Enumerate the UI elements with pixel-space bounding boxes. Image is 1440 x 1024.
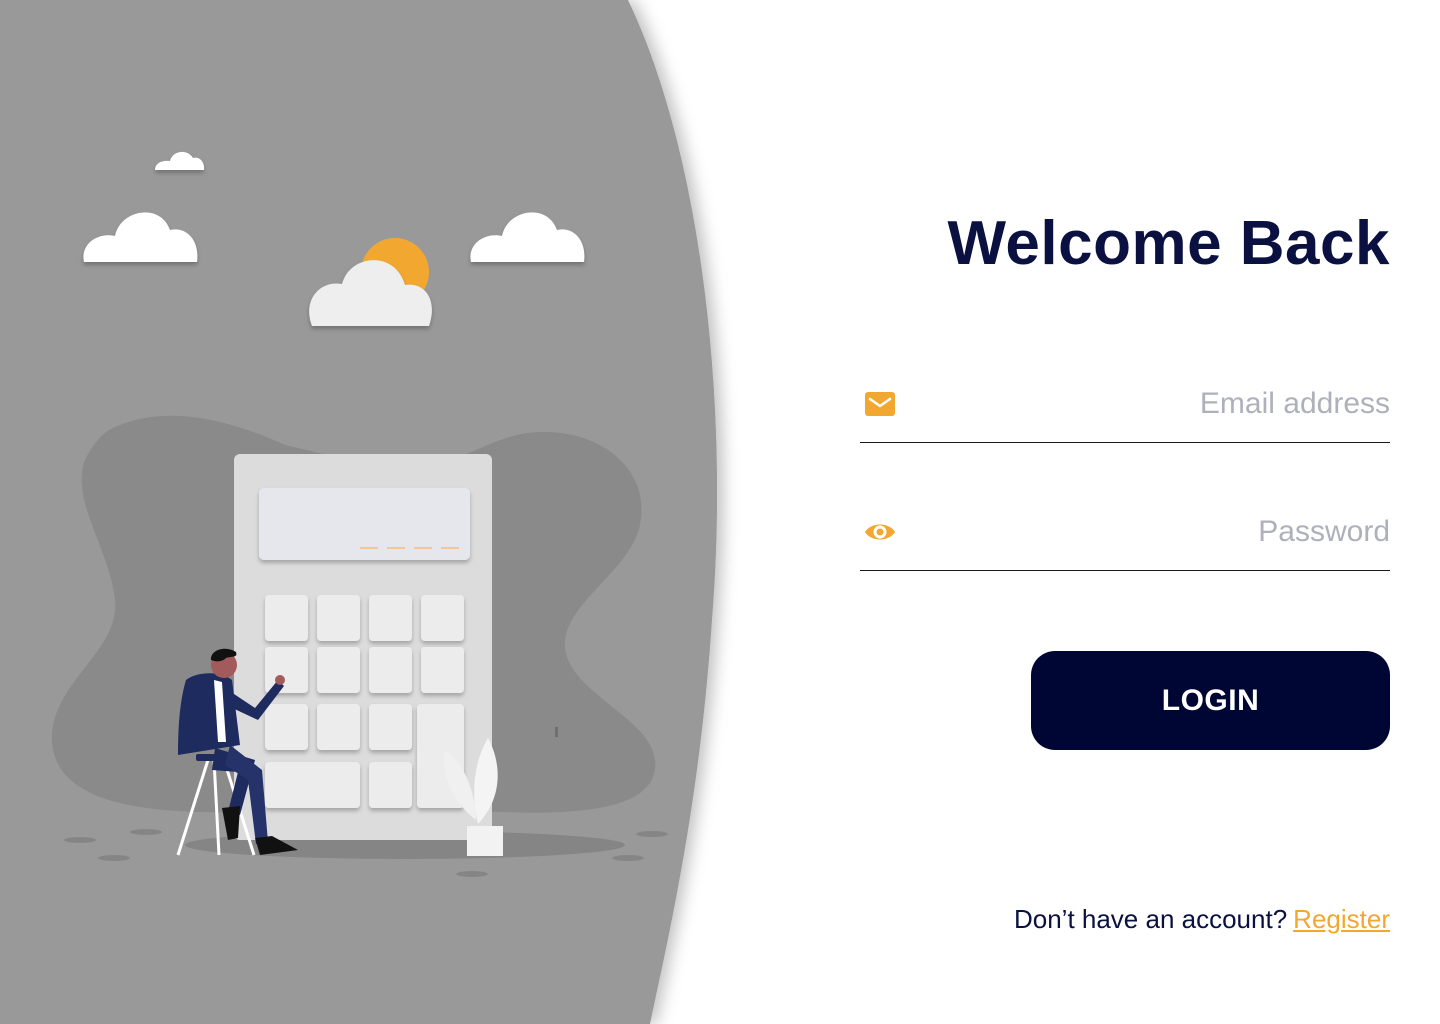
- mail-icon: [865, 392, 895, 416]
- login-panel: Welcome Back LOGIN Don’t have an account…: [860, 0, 1390, 1024]
- email-field[interactable]: [860, 372, 1390, 443]
- login-button[interactable]: LOGIN: [1031, 651, 1390, 750]
- register-prompt-text: Don’t have an account?: [1013, 904, 1288, 934]
- page-title: Welcome Back: [947, 209, 1390, 278]
- eye-icon[interactable]: [864, 518, 896, 546]
- email-input[interactable]: [920, 384, 1390, 424]
- register-prompt: Don’t have an account? Register: [1014, 904, 1390, 935]
- register-link[interactable]: Register: [1293, 904, 1390, 934]
- password-field[interactable]: [860, 500, 1390, 571]
- password-input[interactable]: [920, 512, 1390, 552]
